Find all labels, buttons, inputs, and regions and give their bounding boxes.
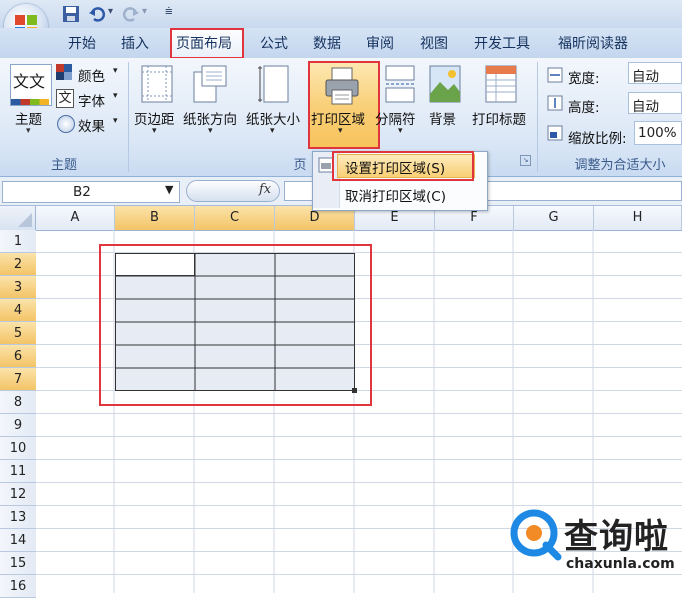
scale-group-title: 调整为合适大小 — [574, 158, 666, 173]
height-value: 自动 — [632, 99, 659, 115]
fonts-dropdown-icon[interactable]: ▾ — [113, 91, 118, 101]
row-header-14[interactable]: 14 — [0, 529, 36, 552]
column-header-h[interactable]: H — [594, 206, 682, 230]
watermark-url: chaxunla.com — [566, 556, 675, 572]
column-header-a[interactable]: A — [36, 206, 115, 230]
effects-icon — [57, 115, 75, 133]
tab-developer[interactable]: 开发工具 — [474, 33, 530, 53]
row-header-5[interactable]: 5 — [0, 322, 36, 345]
row-header-13[interactable]: 13 — [0, 506, 36, 529]
row-header-2[interactable]: 2 — [0, 253, 36, 276]
clear-print-area-item[interactable]: 取消打印区域(C) — [345, 185, 446, 205]
tab-review[interactable]: 审阅 — [366, 33, 394, 53]
colors-icon — [56, 64, 72, 80]
themes-group-title: 主题 — [50, 158, 77, 173]
tab-insert[interactable]: 插入 — [121, 33, 149, 53]
background-button[interactable]: 背景 — [429, 108, 456, 128]
print-titles-icon — [485, 65, 517, 103]
breaks-dropdown-icon[interactable]: ▾ — [398, 126, 403, 136]
size-dropdown-icon[interactable]: ▾ — [270, 126, 275, 136]
watermark: 查询啦 chaxunla.com — [498, 505, 682, 585]
theme-icon-text: 文文 — [13, 72, 46, 91]
name-box[interactable]: B2 ▼ — [2, 181, 180, 203]
group-separator — [128, 62, 129, 172]
width-icon — [547, 67, 563, 83]
tab-view[interactable]: 视图 — [420, 33, 448, 53]
theme-color-strip — [11, 99, 49, 105]
save-icon[interactable] — [62, 5, 80, 23]
size-icon — [258, 65, 289, 103]
watermark-logo-icon — [510, 509, 562, 561]
colors-button[interactable]: 颜色 — [78, 65, 105, 85]
watermark-text: 查询啦 — [564, 517, 669, 557]
colors-dropdown-icon[interactable]: ▾ — [113, 66, 118, 76]
themes-button[interactable]: 主题 — [15, 108, 42, 128]
row-header-3[interactable]: 3 — [0, 276, 36, 299]
tab-formulas[interactable]: 公式 — [260, 33, 288, 53]
column-header-b[interactable]: B — [115, 206, 195, 230]
width-select[interactable]: 自动 — [628, 62, 682, 85]
row-header-1[interactable]: 1 — [0, 230, 36, 253]
orientation-button[interactable]: 纸张方向 — [183, 108, 237, 128]
table-highlight — [99, 244, 372, 406]
tab-home[interactable]: 开始 — [68, 33, 96, 53]
select-all-corner[interactable] — [0, 206, 36, 230]
page-setup-group-title: 页 — [293, 158, 307, 173]
print-titles-button[interactable]: 打印标题 — [472, 108, 526, 128]
tab-foxit-reader[interactable]: 福昕阅读器 — [558, 33, 628, 53]
column-header-g[interactable]: G — [514, 206, 594, 230]
margins-button[interactable]: 页边距 — [134, 108, 175, 128]
redo-icon[interactable] — [122, 5, 140, 23]
column-header-c[interactable]: C — [195, 206, 275, 230]
print-area-highlight — [308, 61, 380, 149]
row-header-8[interactable]: 8 — [0, 391, 36, 414]
size-button[interactable]: 纸张大小 — [246, 108, 300, 128]
row-header-6[interactable]: 6 — [0, 345, 36, 368]
row-header-12[interactable]: 12 — [0, 483, 36, 506]
row-header-9[interactable]: 9 — [0, 414, 36, 437]
undo-dropdown-icon[interactable]: ▾ — [108, 6, 113, 17]
customize-qat-icon[interactable]: ⩧ — [165, 4, 173, 19]
fonts-icon: 文 — [56, 89, 74, 108]
height-label: 高度: — [568, 100, 600, 116]
undo-icon[interactable] — [88, 5, 106, 23]
width-label: 宽度: — [568, 71, 600, 87]
themes-dropdown-icon[interactable]: ▾ — [26, 126, 31, 136]
scale-value: 100% — [638, 125, 677, 141]
row-header-7[interactable]: 7 — [0, 368, 36, 391]
breaks-button[interactable]: 分隔符 — [375, 108, 416, 128]
height-select[interactable]: 自动 — [628, 92, 682, 115]
formula-tools: fx — [186, 180, 280, 202]
orientation-dropdown-icon[interactable]: ▾ — [208, 126, 213, 136]
page-setup-dialog-launcher-icon[interactable]: ↘ — [520, 155, 531, 166]
name-box-value: B2 — [73, 184, 91, 200]
row-header-11[interactable]: 11 — [0, 460, 36, 483]
effects-button[interactable]: 效果 — [78, 115, 105, 135]
tab-data[interactable]: 数据 — [313, 33, 341, 53]
row-header-10[interactable]: 10 — [0, 437, 36, 460]
width-value: 自动 — [632, 69, 659, 85]
tab-page-layout[interactable]: 页面布局 — [176, 33, 232, 53]
name-box-dropdown-icon[interactable]: ▼ — [165, 183, 173, 196]
row-header-4[interactable]: 4 — [0, 299, 36, 322]
row-header-16[interactable]: 16 — [0, 575, 36, 598]
scale-icon — [547, 125, 563, 141]
fonts-button[interactable]: 字体 — [78, 90, 105, 110]
redo-dropdown-icon[interactable]: ▾ — [142, 6, 147, 17]
set-print-area-highlight — [332, 151, 474, 181]
effects-dropdown-icon[interactable]: ▾ — [113, 116, 118, 126]
row-header-15[interactable]: 15 — [0, 552, 36, 575]
margins-icon — [141, 65, 173, 103]
group-separator — [537, 62, 538, 172]
insert-function-icon[interactable]: fx — [259, 182, 271, 197]
theme-icon[interactable]: 文文 — [10, 64, 52, 106]
height-icon — [547, 95, 563, 111]
margins-dropdown-icon[interactable]: ▾ — [152, 126, 157, 136]
background-icon — [429, 65, 461, 103]
orientation-icon — [193, 65, 227, 103]
breaks-icon — [385, 65, 415, 103]
scale-label: 缩放比例: — [568, 131, 627, 147]
scale-input[interactable]: 100% — [634, 121, 682, 145]
select-all-triangle-icon — [18, 213, 32, 227]
